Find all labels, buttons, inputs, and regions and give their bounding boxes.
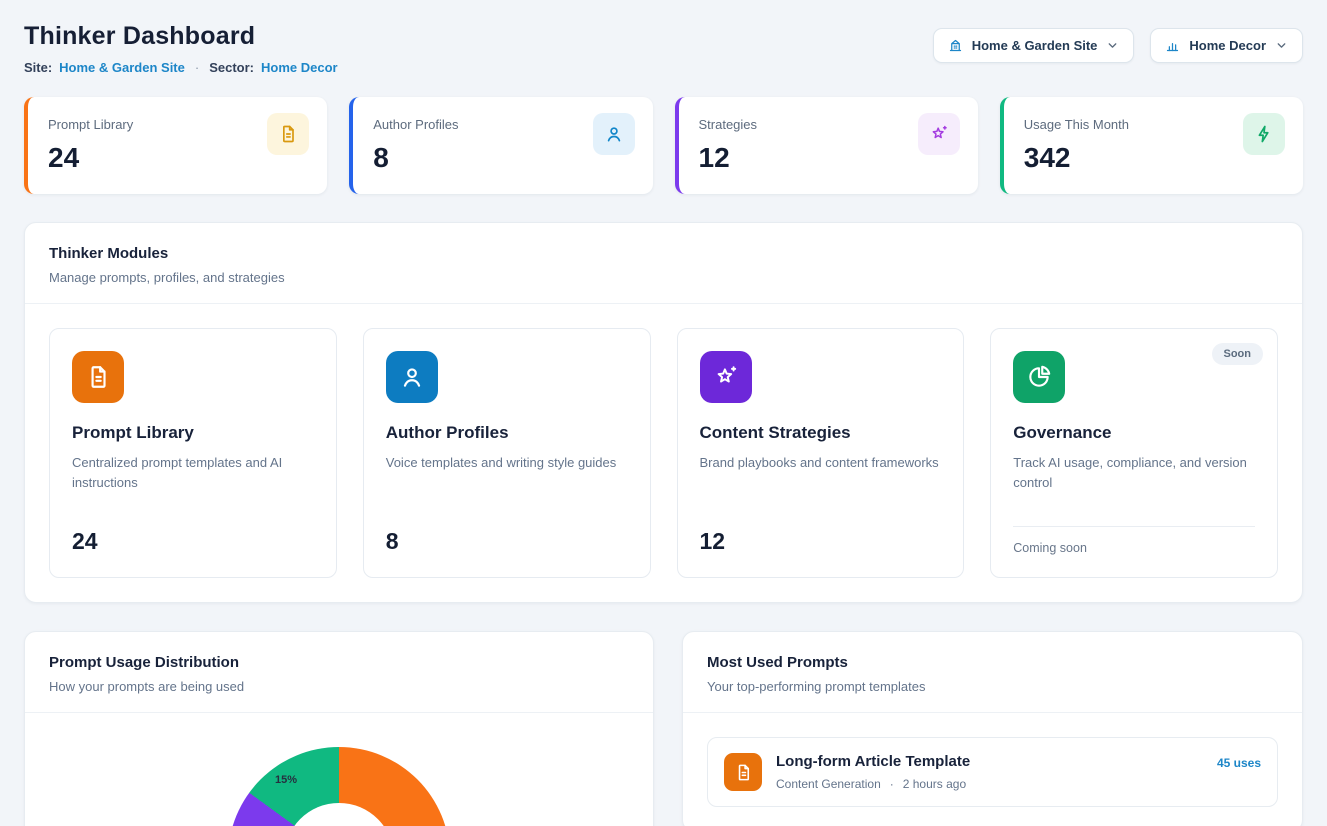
document-icon [724, 753, 762, 791]
most-used-title: Most Used Prompts [707, 654, 1278, 671]
prompt-category: Content Generation [776, 777, 881, 791]
coming-soon-text: Coming soon [1013, 526, 1255, 555]
prompt-time: 2 hours ago [903, 777, 966, 791]
lightning-icon [1243, 113, 1285, 155]
usage-panel-header: Prompt Usage Distribution How your promp… [25, 632, 653, 712]
bar-chart-icon [1165, 38, 1180, 53]
site-link[interactable]: Home & Garden Site [59, 60, 185, 75]
module-title: Author Profiles [386, 423, 628, 443]
sector-link[interactable]: Home Decor [261, 60, 338, 75]
usage-donut: 15% [228, 747, 450, 826]
most-used-subtitle: Your top-performing prompt templates [707, 679, 1278, 694]
sector-selector-label: Home Decor [1189, 38, 1266, 53]
module-card-content-strategies[interactable]: Content Strategies Brand playbooks and c… [677, 328, 965, 578]
module-title: Governance [1013, 423, 1255, 443]
prompt-info: Long-form Article Template Content Gener… [776, 753, 1203, 791]
meta-separator: · [890, 777, 894, 791]
breadcrumb-separator: · [192, 60, 202, 75]
module-description: Track AI usage, compliance, and version … [1013, 453, 1255, 492]
thinker-modules-panel: Thinker Modules Manage prompts, profiles… [24, 222, 1303, 603]
modules-grid: Prompt Library Centralized prompt templa… [25, 304, 1302, 602]
module-description: Centralized prompt templates and AI inst… [72, 453, 314, 492]
most-used-prompts-panel: Most Used Prompts Your top-performing pr… [682, 631, 1303, 826]
module-count: 24 [72, 512, 314, 555]
module-count: 8 [386, 512, 628, 555]
module-title: Prompt Library [72, 423, 314, 443]
usage-title: Prompt Usage Distribution [49, 654, 629, 671]
site-label: Site: [24, 60, 52, 75]
donut-segment-label: 15% [275, 774, 297, 786]
stat-card-usage: Usage This Month 342 [1000, 97, 1303, 194]
page-title: Thinker Dashboard [24, 22, 338, 51]
soon-badge: Soon [1212, 343, 1264, 365]
stat-card-author-profiles: Author Profiles 8 [349, 97, 652, 194]
stat-card-prompt-library: Prompt Library 24 [24, 97, 327, 194]
module-card-author-profiles[interactable]: Author Profiles Voice templates and writ… [363, 328, 651, 578]
chevron-down-icon [1106, 39, 1119, 52]
modules-panel-header: Thinker Modules Manage prompts, profiles… [25, 223, 1302, 303]
breadcrumb: Site: Home & Garden Site · Sector: Home … [24, 60, 338, 75]
header: Thinker Dashboard Site: Home & Garden Si… [24, 22, 1303, 75]
usage-subtitle: How your prompts are being used [49, 679, 629, 694]
module-count: 12 [700, 512, 942, 555]
sector-selector-dropdown[interactable]: Home Decor [1150, 28, 1303, 63]
module-card-prompt-library[interactable]: Prompt Library Centralized prompt templa… [49, 328, 337, 578]
pie-chart-icon [1013, 351, 1065, 403]
document-icon [72, 351, 124, 403]
chevron-down-icon [1275, 39, 1288, 52]
header-actions: Home & Garden Site Home Decor [933, 28, 1303, 63]
user-icon [593, 113, 635, 155]
document-icon [267, 113, 309, 155]
thinker-dashboard-page: Thinker Dashboard Site: Home & Garden Si… [0, 0, 1327, 826]
header-left: Thinker Dashboard Site: Home & Garden Si… [24, 22, 338, 75]
stats-row: Prompt Library 24 Author Profiles 8 Stra… [24, 97, 1303, 194]
prompt-list-item[interactable]: Long-form Article Template Content Gener… [707, 737, 1278, 807]
usage-chart-area: 15% [25, 747, 653, 826]
stat-card-strategies: Strategies 12 [675, 97, 978, 194]
sparkle-star-icon [918, 113, 960, 155]
site-selector-label: Home & Garden Site [972, 38, 1098, 53]
module-title: Content Strategies [700, 423, 942, 443]
usage-distribution-panel: Prompt Usage Distribution How your promp… [24, 631, 654, 826]
most-used-header: Most Used Prompts Your top-performing pr… [683, 632, 1302, 712]
module-description: Brand playbooks and content frameworks [700, 453, 942, 473]
sector-label: Sector: [209, 60, 254, 75]
modules-subtitle: Manage prompts, profiles, and strategies [49, 270, 1278, 285]
module-description: Voice templates and writing style guides [386, 453, 628, 473]
prompt-uses-badge: 45 uses [1217, 756, 1261, 770]
divider [683, 712, 1302, 713]
module-card-governance[interactable]: Soon Governance Track AI usage, complian… [990, 328, 1278, 578]
divider [25, 712, 653, 713]
building-icon [948, 38, 963, 53]
sparkle-star-icon [700, 351, 752, 403]
site-selector-dropdown[interactable]: Home & Garden Site [933, 28, 1135, 63]
prompt-title: Long-form Article Template [776, 753, 1203, 770]
prompt-meta: Content Generation · 2 hours ago [776, 777, 1203, 791]
bottom-row: Prompt Usage Distribution How your promp… [24, 631, 1303, 826]
user-icon [386, 351, 438, 403]
modules-title: Thinker Modules [49, 245, 1278, 262]
donut-hole [284, 803, 394, 826]
